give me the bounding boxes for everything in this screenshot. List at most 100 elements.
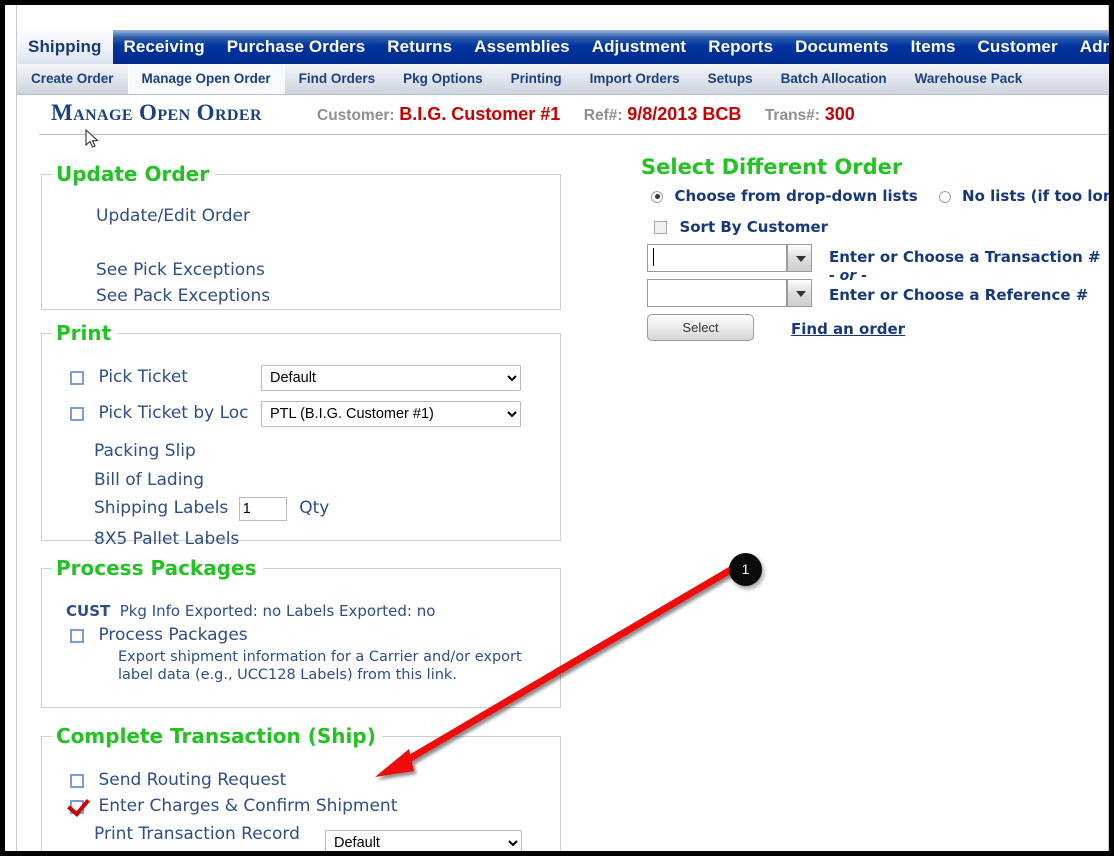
- process-packages-checkbox[interactable]: [70, 628, 84, 643]
- pick-ticket-label[interactable]: Pick Ticket: [98, 367, 188, 387]
- pick-ticket-by-loc-select[interactable]: PTL (B.I.G. Customer #1): [261, 401, 521, 427]
- nav-tab-shipping[interactable]: Shipping: [17, 30, 113, 64]
- print-section: Print Pick Ticket Default Pick Ticket by…: [41, 321, 561, 549]
- nav-tab-admin[interactable]: Admin: [1069, 30, 1109, 64]
- link-bill-of-lading[interactable]: Bill of Lading: [94, 470, 204, 490]
- subnav-manage-open-order[interactable]: Manage Open Order: [127, 64, 285, 94]
- transaction-combo: [647, 244, 812, 272]
- pick-ticket-by-loc-checkbox[interactable]: [70, 406, 84, 421]
- main-navigation: Shipping Receiving Purchase Orders Returns A…: [17, 30, 1109, 64]
- subnav-setups[interactable]: Setups: [694, 64, 767, 94]
- find-an-order-link[interactable]: Find an order: [791, 320, 905, 338]
- process-packages-legend: Process Packages: [56, 556, 257, 580]
- window-border-right: [1109, 0, 1114, 856]
- reference-hint: Enter or Choose a Reference #: [829, 286, 1089, 304]
- send-routing-row: Send Routing Request: [70, 770, 286, 790]
- print-legend: Print: [56, 321, 112, 345]
- reference-dropdown-arrow-icon[interactable]: [787, 279, 812, 307]
- link-update-edit-order[interactable]: Update/Edit Order: [96, 206, 250, 226]
- reference-number-input[interactable]: [647, 279, 787, 307]
- subnav-import-orders[interactable]: Import Orders: [576, 64, 694, 94]
- transaction-dropdown-arrow-icon[interactable]: [787, 244, 812, 272]
- nav-tab-adjustment[interactable]: Adjustment: [581, 30, 698, 64]
- complete-transaction-legend: Complete Transaction (Ship): [56, 724, 376, 748]
- process-packages-section: Process Packages CUST Pkg Info Exported:…: [41, 556, 561, 708]
- print-transaction-record-label[interactable]: Print Transaction Record: [94, 824, 300, 844]
- window-border-bottom: [0, 851, 1114, 856]
- pick-ticket-by-loc-label[interactable]: Pick Ticket by Loc: [98, 403, 248, 423]
- radio-no-lists[interactable]: [938, 190, 951, 203]
- qty-label: Qty: [299, 498, 330, 519]
- sub-navigation: Create Order Manage Open Order Find Orders…: [17, 64, 1109, 95]
- order-lookup-mode-row: Choose from drop-down lists No lists (if…: [651, 187, 1109, 206]
- sort-by-customer-label[interactable]: Sort By Customer: [679, 218, 828, 236]
- transaction-number-input[interactable]: [647, 244, 787, 272]
- ref-value: 9/8/2013 BCB: [627, 104, 742, 124]
- send-routing-request-checkbox[interactable]: [70, 773, 84, 788]
- enter-charges-row: Enter Charges & Confirm Shipment: [70, 796, 397, 816]
- page-title: Manage Open Order: [51, 100, 262, 125]
- application-window: Shipping Receiving Purchase Orders Returns A…: [0, 0, 1114, 856]
- header-divider: [39, 134, 1109, 135]
- process-packages-row: Process Packages: [70, 625, 248, 645]
- ref-label: Ref#:: [583, 107, 623, 124]
- trans-value: 300: [824, 104, 855, 124]
- subnav-printing[interactable]: Printing: [497, 64, 576, 94]
- mouse-cursor-icon: [85, 129, 99, 148]
- shipping-labels-qty-input[interactable]: [238, 497, 287, 521]
- update-order-legend: Update Order: [56, 162, 210, 186]
- nav-tab-receiving[interactable]: Receiving: [113, 30, 216, 64]
- subnav-pkg-options[interactable]: Pkg Options: [389, 64, 497, 94]
- link-see-pick-exceptions[interactable]: See Pick Exceptions: [96, 260, 265, 280]
- subnav-batch-allocation[interactable]: Batch Allocation: [767, 64, 901, 94]
- process-packages-label[interactable]: Process Packages: [98, 625, 247, 645]
- select-different-order-panel: Select Different Order Choose from drop-…: [641, 155, 1109, 307]
- nav-tab-documents[interactable]: Documents: [784, 30, 899, 64]
- trans-label: Trans#:: [764, 107, 820, 124]
- link-packing-slip[interactable]: Packing Slip: [94, 441, 196, 461]
- select-order-button[interactable]: Select: [647, 314, 754, 341]
- link-pallet-labels[interactable]: 8X5 Pallet Labels: [94, 529, 239, 549]
- subnav-warehouse-pack[interactable]: Warehouse Pack: [901, 64, 1037, 94]
- pick-ticket-checkbox[interactable]: [70, 370, 84, 385]
- page-header: Manage Open Order Customer: B.I.G. Custo…: [17, 100, 1109, 135]
- pick-ticket-by-loc-row: Pick Ticket by Loc: [70, 403, 249, 423]
- select-different-order-title: Select Different Order: [641, 155, 903, 179]
- shipping-labels-row: Shipping Labels Qty: [94, 497, 329, 521]
- radio-choose-from-dropdown[interactable]: [651, 190, 663, 203]
- pick-ticket-select[interactable]: Default: [261, 365, 521, 391]
- or-separator: - or -: [829, 268, 867, 284]
- enter-charges-label[interactable]: Enter Charges & Confirm Shipment: [98, 796, 397, 816]
- link-shipping-labels[interactable]: Shipping Labels: [94, 498, 228, 518]
- pick-ticket-row: Pick Ticket: [70, 367, 188, 387]
- complete-transaction-section: Complete Transaction (Ship) Send Routing…: [41, 724, 561, 851]
- cust-tag: CUST: [66, 602, 111, 620]
- process-packages-description-line2: label data (e.g., UCC128 Labels) from th…: [118, 667, 457, 683]
- nav-tab-customer[interactable]: Customer: [967, 30, 1069, 64]
- nav-tab-items[interactable]: Items: [900, 30, 967, 64]
- enter-charges-checkbox[interactable]: [70, 799, 84, 814]
- subnav-create-order[interactable]: Create Order: [17, 64, 128, 94]
- pkg-export-status: Pkg Info Exported: no Labels Exported: n…: [119, 602, 436, 620]
- link-see-pack-exceptions[interactable]: See Pack Exceptions: [96, 286, 270, 306]
- send-routing-request-label[interactable]: Send Routing Request: [98, 770, 286, 790]
- nav-tab-reports[interactable]: Reports: [697, 30, 784, 64]
- reference-combo: [647, 279, 812, 307]
- cust-status-row: CUST Pkg Info Exported: no Labels Export…: [66, 602, 435, 621]
- annotation-badge-1: 1: [729, 553, 762, 586]
- nav-tab-purchase-orders[interactable]: Purchase Orders: [216, 30, 377, 64]
- nav-tab-returns[interactable]: Returns: [376, 30, 463, 64]
- customer-label: Customer:: [317, 107, 395, 124]
- subnav-find-orders[interactable]: Find Orders: [285, 64, 390, 94]
- text-caret: [653, 248, 654, 266]
- order-meta: Customer: B.I.G. Customer #1 Ref#: 9/8/2…: [317, 104, 855, 125]
- print-transaction-row: Print Transaction Record: [94, 824, 300, 844]
- customer-value: B.I.G. Customer #1: [399, 104, 561, 124]
- nav-tab-assemblies[interactable]: Assemblies: [463, 30, 581, 64]
- sort-by-customer-row: Sort By Customer: [654, 218, 828, 237]
- print-transaction-record-select[interactable]: Default: [325, 830, 522, 851]
- sort-by-customer-checkbox[interactable]: [654, 221, 667, 235]
- radio-choose-from-dropdown-label[interactable]: Choose from drop-down lists: [674, 187, 917, 205]
- radio-no-lists-label[interactable]: No lists (if too long): [962, 187, 1109, 205]
- page-content: Shipping Receiving Purchase Orders Returns A…: [5, 5, 1109, 851]
